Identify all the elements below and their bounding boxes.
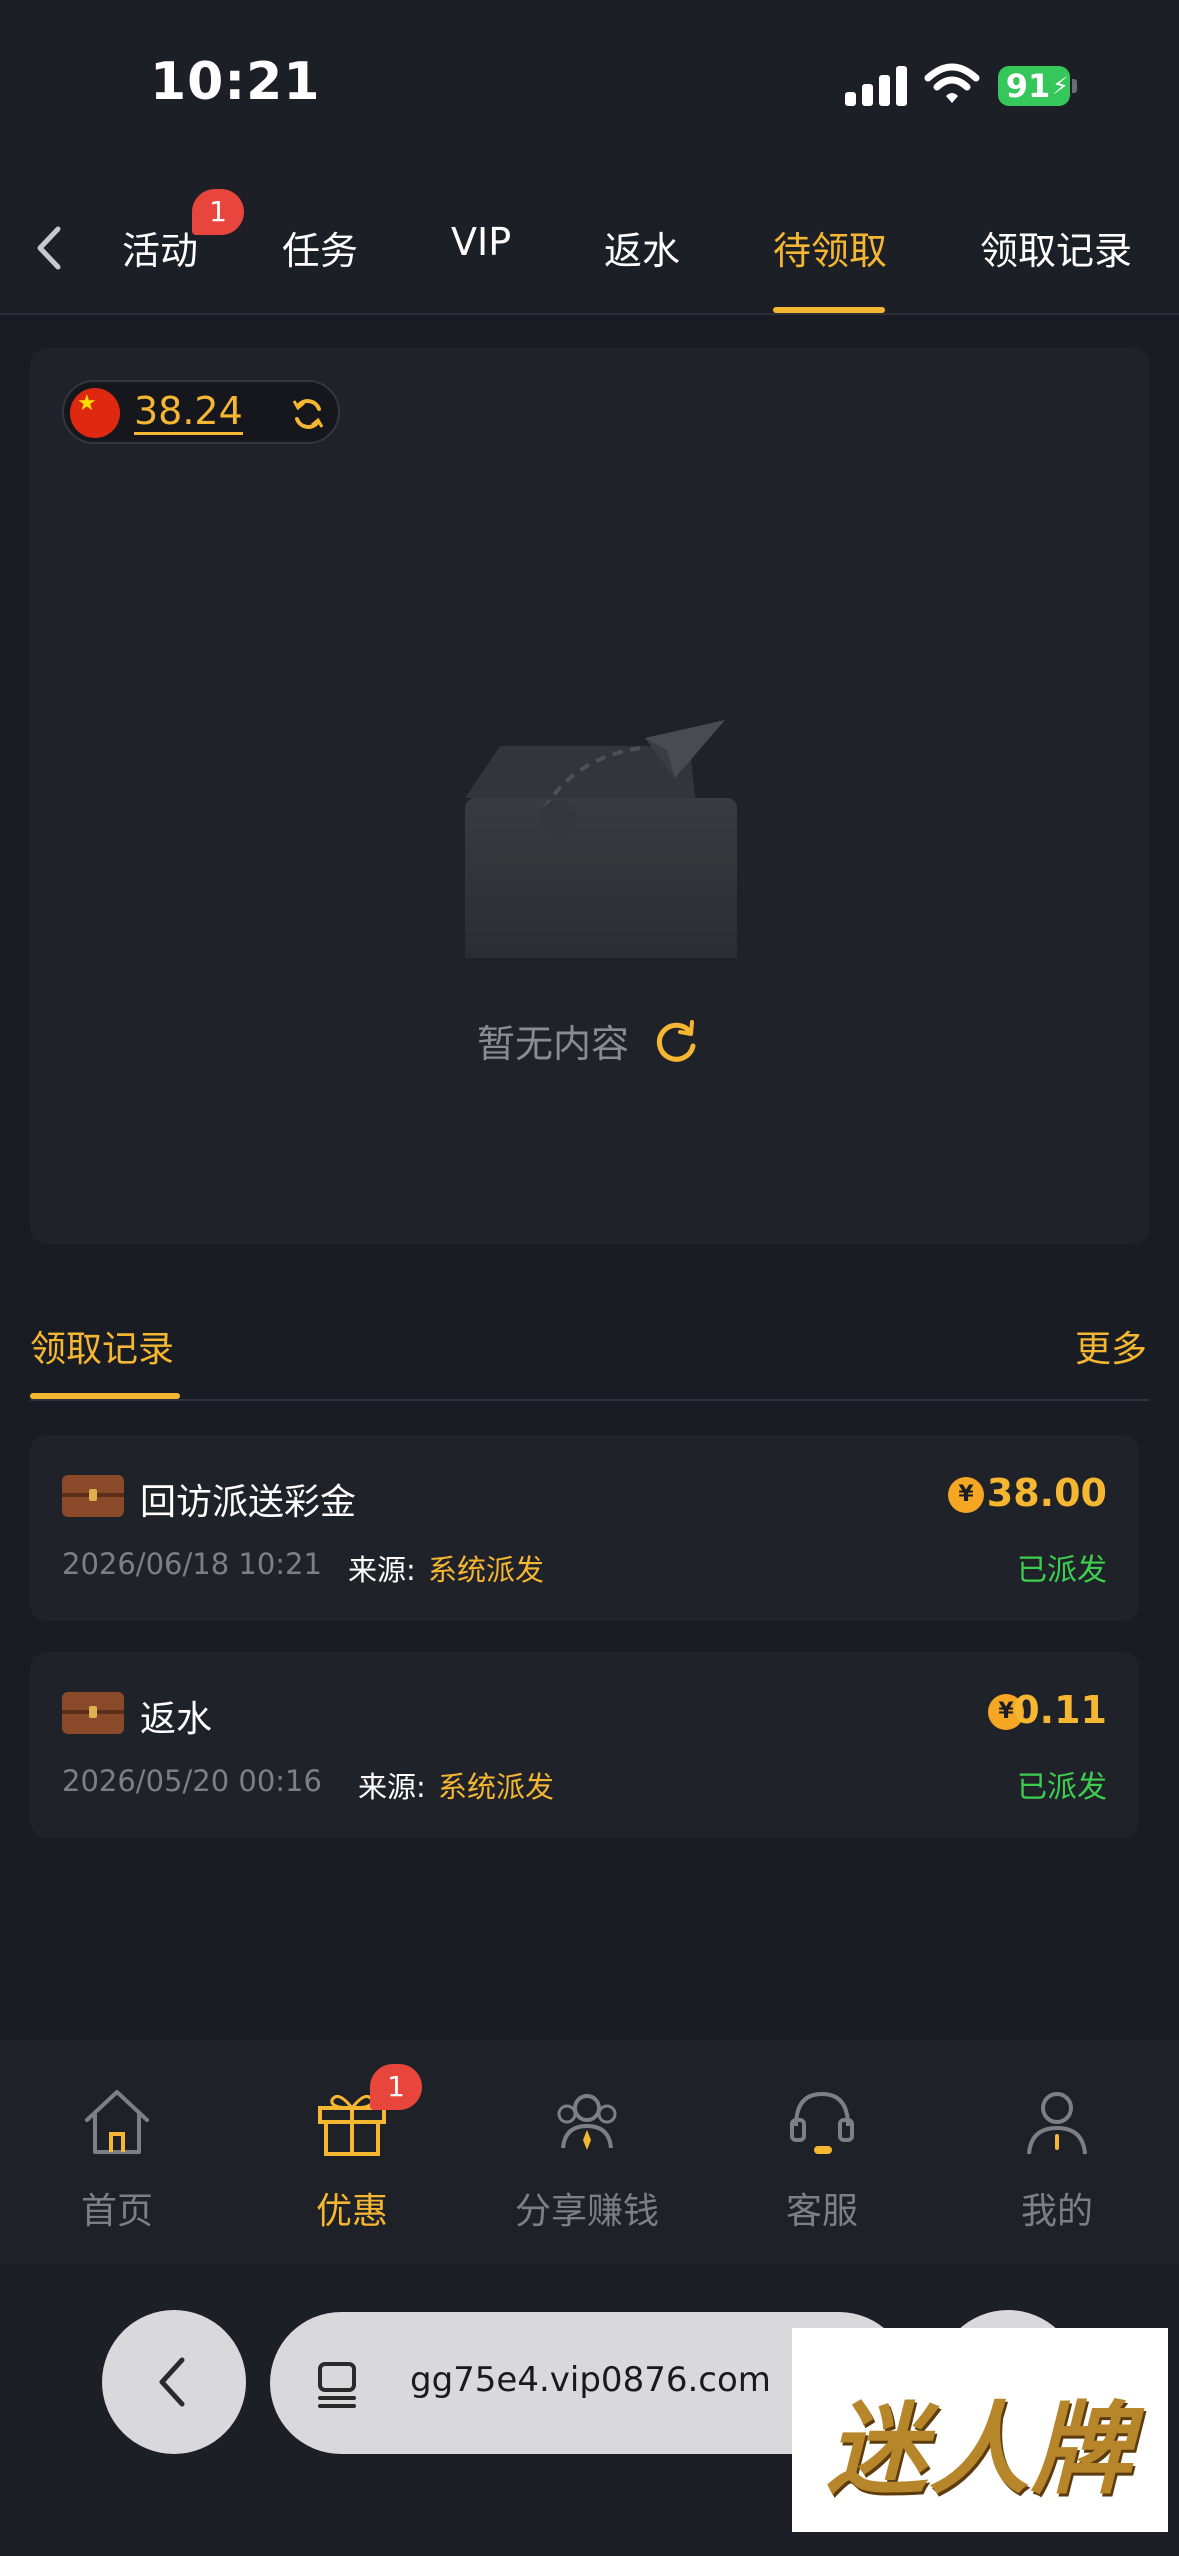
record-title: 回访派送彩金 — [140, 1482, 357, 1523]
record-title: 返水 — [140, 1699, 213, 1740]
section-title-underline — [30, 1393, 180, 1399]
list-item[interactable]: 回访派送彩金 ¥ 38.00 2026/06/18 10:21 来源: 系统派发… — [30, 1435, 1139, 1621]
record-date: 2026/05/20 00:16 — [62, 1764, 322, 1798]
url-text: gg75e4.vip0876.com — [410, 2360, 771, 2400]
tab-pending-claim[interactable]: 待领取 — [773, 220, 887, 275]
headset-icon — [790, 2091, 854, 2154]
chevron-left-icon — [159, 2357, 185, 2407]
status-time: 10:21 — [150, 52, 321, 112]
tab-vip[interactable]: VIP — [451, 220, 511, 264]
bottom-nav: 首页 1 优惠 分享赚钱 客服 我的 — [0, 2040, 1179, 2262]
tab-activity[interactable]: 活动 — [122, 220, 198, 275]
tab-tasks[interactable]: 任务 — [282, 220, 358, 275]
section-divider — [30, 1399, 1149, 1401]
record-date: 2026/06/18 10:21 — [62, 1547, 322, 1581]
active-tab-indicator — [773, 307, 885, 313]
refresh-balance-icon[interactable] — [290, 396, 326, 432]
home-icon — [85, 2090, 149, 2154]
nav-home[interactable]: 首页 — [17, 2064, 217, 2244]
battery-level: 91 — [1005, 67, 1051, 105]
tabs-icon[interactable] — [314, 2358, 362, 2410]
top-tab-bar: 活动 1 任务 VIP 返水 待领取 领取记录 — [0, 175, 1179, 315]
record-status: 已派发 — [1017, 1553, 1107, 1588]
list-item[interactable]: 返水 ¥ 0.11 2026/05/20 00:16 来源: 系统派发 已派发 — [30, 1652, 1139, 1838]
record-amount: 0.11 — [1013, 1688, 1107, 1732]
coin-icon: ¥ — [948, 1477, 984, 1513]
cellular-signal-icon — [845, 66, 907, 106]
record-source-value: 系统派发 — [438, 1770, 555, 1804]
nav-share-earn-label: 分享赚钱 — [514, 2191, 659, 2232]
nav-home-label: 首页 — [80, 2191, 153, 2232]
nav-profile[interactable]: 我的 — [957, 2064, 1157, 2244]
nav-customer-service-label: 客服 — [785, 2191, 858, 2232]
nav-promotions-badge: 1 — [370, 2064, 422, 2110]
balance-pill[interactable]: ★ 38.24 — [62, 380, 340, 444]
nav-customer-service[interactable]: 客服 — [722, 2064, 922, 2244]
treasure-chest-icon — [62, 1692, 124, 1734]
tab-claim-history[interactable]: 领取记录 — [980, 220, 1132, 275]
nav-share-earn[interactable]: 分享赚钱 — [487, 2064, 687, 2244]
wifi-icon — [924, 63, 980, 103]
back-chevron-icon[interactable] — [30, 223, 70, 273]
nav-promotions-label: 优惠 — [315, 2191, 388, 2232]
profile-icon — [1027, 2092, 1087, 2155]
record-status: 已派发 — [1017, 1770, 1107, 1805]
pending-claim-card: ★ 38.24 暂无内容 — [30, 348, 1149, 1244]
watermark-text: 迷人牌 — [827, 2391, 1133, 2508]
record-source-value: 系统派发 — [428, 1553, 545, 1587]
treasure-chest-icon — [62, 1475, 124, 1517]
browser-back-button[interactable] — [102, 2310, 246, 2454]
refresh-icon[interactable] — [652, 1018, 700, 1066]
nav-profile-label: 我的 — [1020, 2191, 1093, 2232]
tab-rebate[interactable]: 返水 — [604, 220, 680, 275]
record-source-label: 来源: — [358, 1770, 426, 1804]
nav-promotions[interactable]: 1 优惠 — [252, 2064, 452, 2244]
claim-history-heading: 领取记录 — [30, 1329, 175, 1370]
status-bar: 10:21 91 ⚡ — [0, 0, 1179, 175]
balance-value: 38.24 — [134, 389, 243, 435]
empty-box-illustration — [465, 720, 737, 958]
battery-icon: 91 ⚡ — [998, 66, 1078, 106]
watermark-logo: 迷人牌 — [792, 2328, 1168, 2532]
china-flag-icon: ★ — [70, 388, 120, 438]
more-link[interactable]: 更多 — [1075, 1320, 1147, 1372]
record-amount: 38.00 — [986, 1471, 1107, 1515]
record-source-label: 来源: — [348, 1553, 416, 1587]
empty-state-text: 暂无内容 — [477, 1022, 630, 1066]
tab-activity-badge: 1 — [192, 189, 244, 235]
share-users-icon — [557, 2094, 617, 2150]
